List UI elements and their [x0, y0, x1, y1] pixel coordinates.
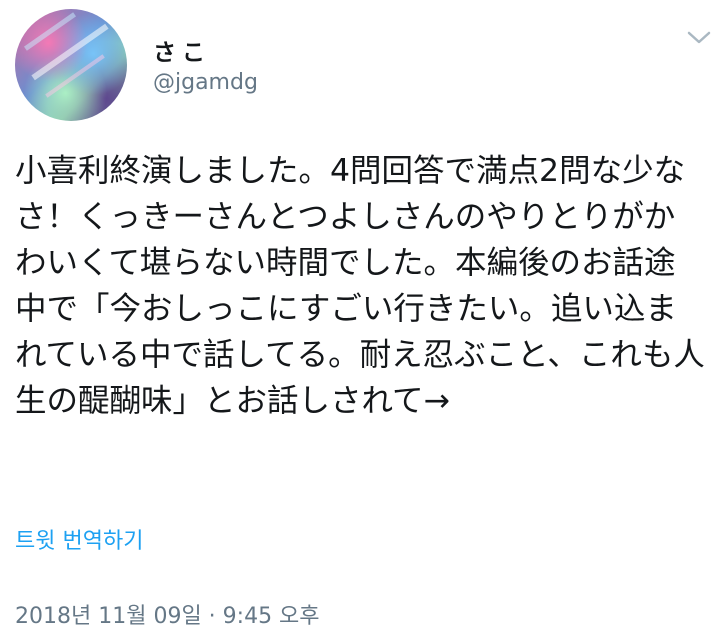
display-name[interactable]: さこ: [153, 33, 211, 67]
tweet-card: さこ @jgamdg 小喜利終演しました。4問回答で満点2問な少なさ！くっきーさ…: [0, 0, 720, 638]
user-handle[interactable]: @jgamdg: [153, 70, 258, 95]
translate-tweet-link[interactable]: 트윗 번역하기: [15, 523, 143, 555]
chevron-down-icon[interactable]: [686, 28, 712, 48]
avatar-texture: [23, 12, 77, 51]
tweet-text: 小喜利終演しました。4問回答で満点2問な少なさ！くっきーさんとつよしさんのやりと…: [15, 153, 705, 419]
user-avatar[interactable]: [15, 9, 127, 121]
tweet-timestamp[interactable]: 2018년 11월 09일 · 9:45 오후: [15, 598, 320, 630]
